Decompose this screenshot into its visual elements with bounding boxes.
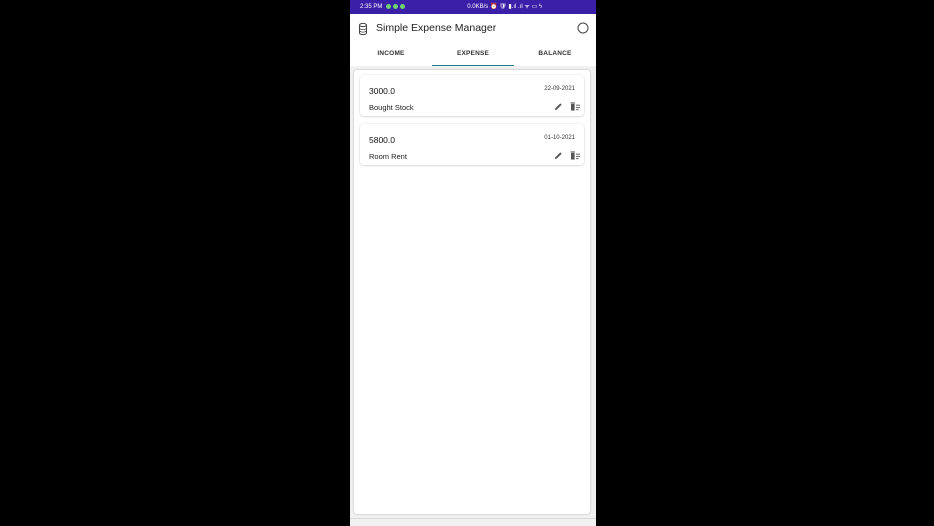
divider bbox=[350, 518, 596, 519]
expense-description: Bought Stock bbox=[369, 103, 414, 112]
tab-bar: INCOME EXPENSE BALANCE bbox=[350, 44, 596, 66]
expense-amount: 3000.0 bbox=[369, 86, 395, 96]
app-bar: Simple Expense Manager bbox=[350, 14, 596, 44]
status-time: 2:35 PM bbox=[360, 4, 383, 10]
phone-screen: 2:35 PM 0.0KB/s ⏰ 🛡 ▮.ıl .ıl ᯤ ▭ ϟ Simpl… bbox=[350, 0, 596, 526]
notification-dot-icon bbox=[386, 4, 391, 9]
coins-icon bbox=[359, 22, 367, 36]
expense-amount: 5800.0 bbox=[369, 135, 395, 145]
edit-icon[interactable] bbox=[554, 102, 563, 111]
notification-dots bbox=[386, 4, 405, 9]
app-title: Simple Expense Manager bbox=[376, 22, 497, 34]
delete-icon[interactable] bbox=[570, 151, 581, 160]
delete-icon[interactable] bbox=[570, 102, 581, 111]
tab-income[interactable]: INCOME bbox=[350, 44, 432, 66]
expense-description: Room Rent bbox=[369, 152, 407, 161]
tab-expense[interactable]: EXPENSE bbox=[432, 44, 514, 66]
expense-list-panel: 3000.0 22-09-2021 Bought Stock 5800.0 01… bbox=[354, 70, 590, 514]
edit-icon[interactable] bbox=[554, 151, 563, 160]
expense-date: 01-10-2021 bbox=[544, 135, 575, 141]
status-indicators: 0.0KB/s ⏰ 🛡 ▮.ıl .ıl ᯤ ▭ ϟ bbox=[467, 4, 542, 10]
expense-card[interactable]: 3000.0 22-09-2021 Bought Stock bbox=[360, 75, 584, 116]
notification-dot-icon bbox=[393, 4, 398, 9]
status-bar: 2:35 PM 0.0KB/s ⏰ 🛡 ▮.ıl .ıl ᯤ ▭ ϟ bbox=[350, 0, 596, 14]
expense-date: 22-09-2021 bbox=[544, 86, 575, 92]
circle-icon[interactable] bbox=[577, 22, 589, 34]
expense-card[interactable]: 5800.0 01-10-2021 Room Rent bbox=[360, 124, 584, 165]
notification-dot-icon bbox=[400, 4, 405, 9]
tab-balance[interactable]: BALANCE bbox=[514, 44, 596, 66]
